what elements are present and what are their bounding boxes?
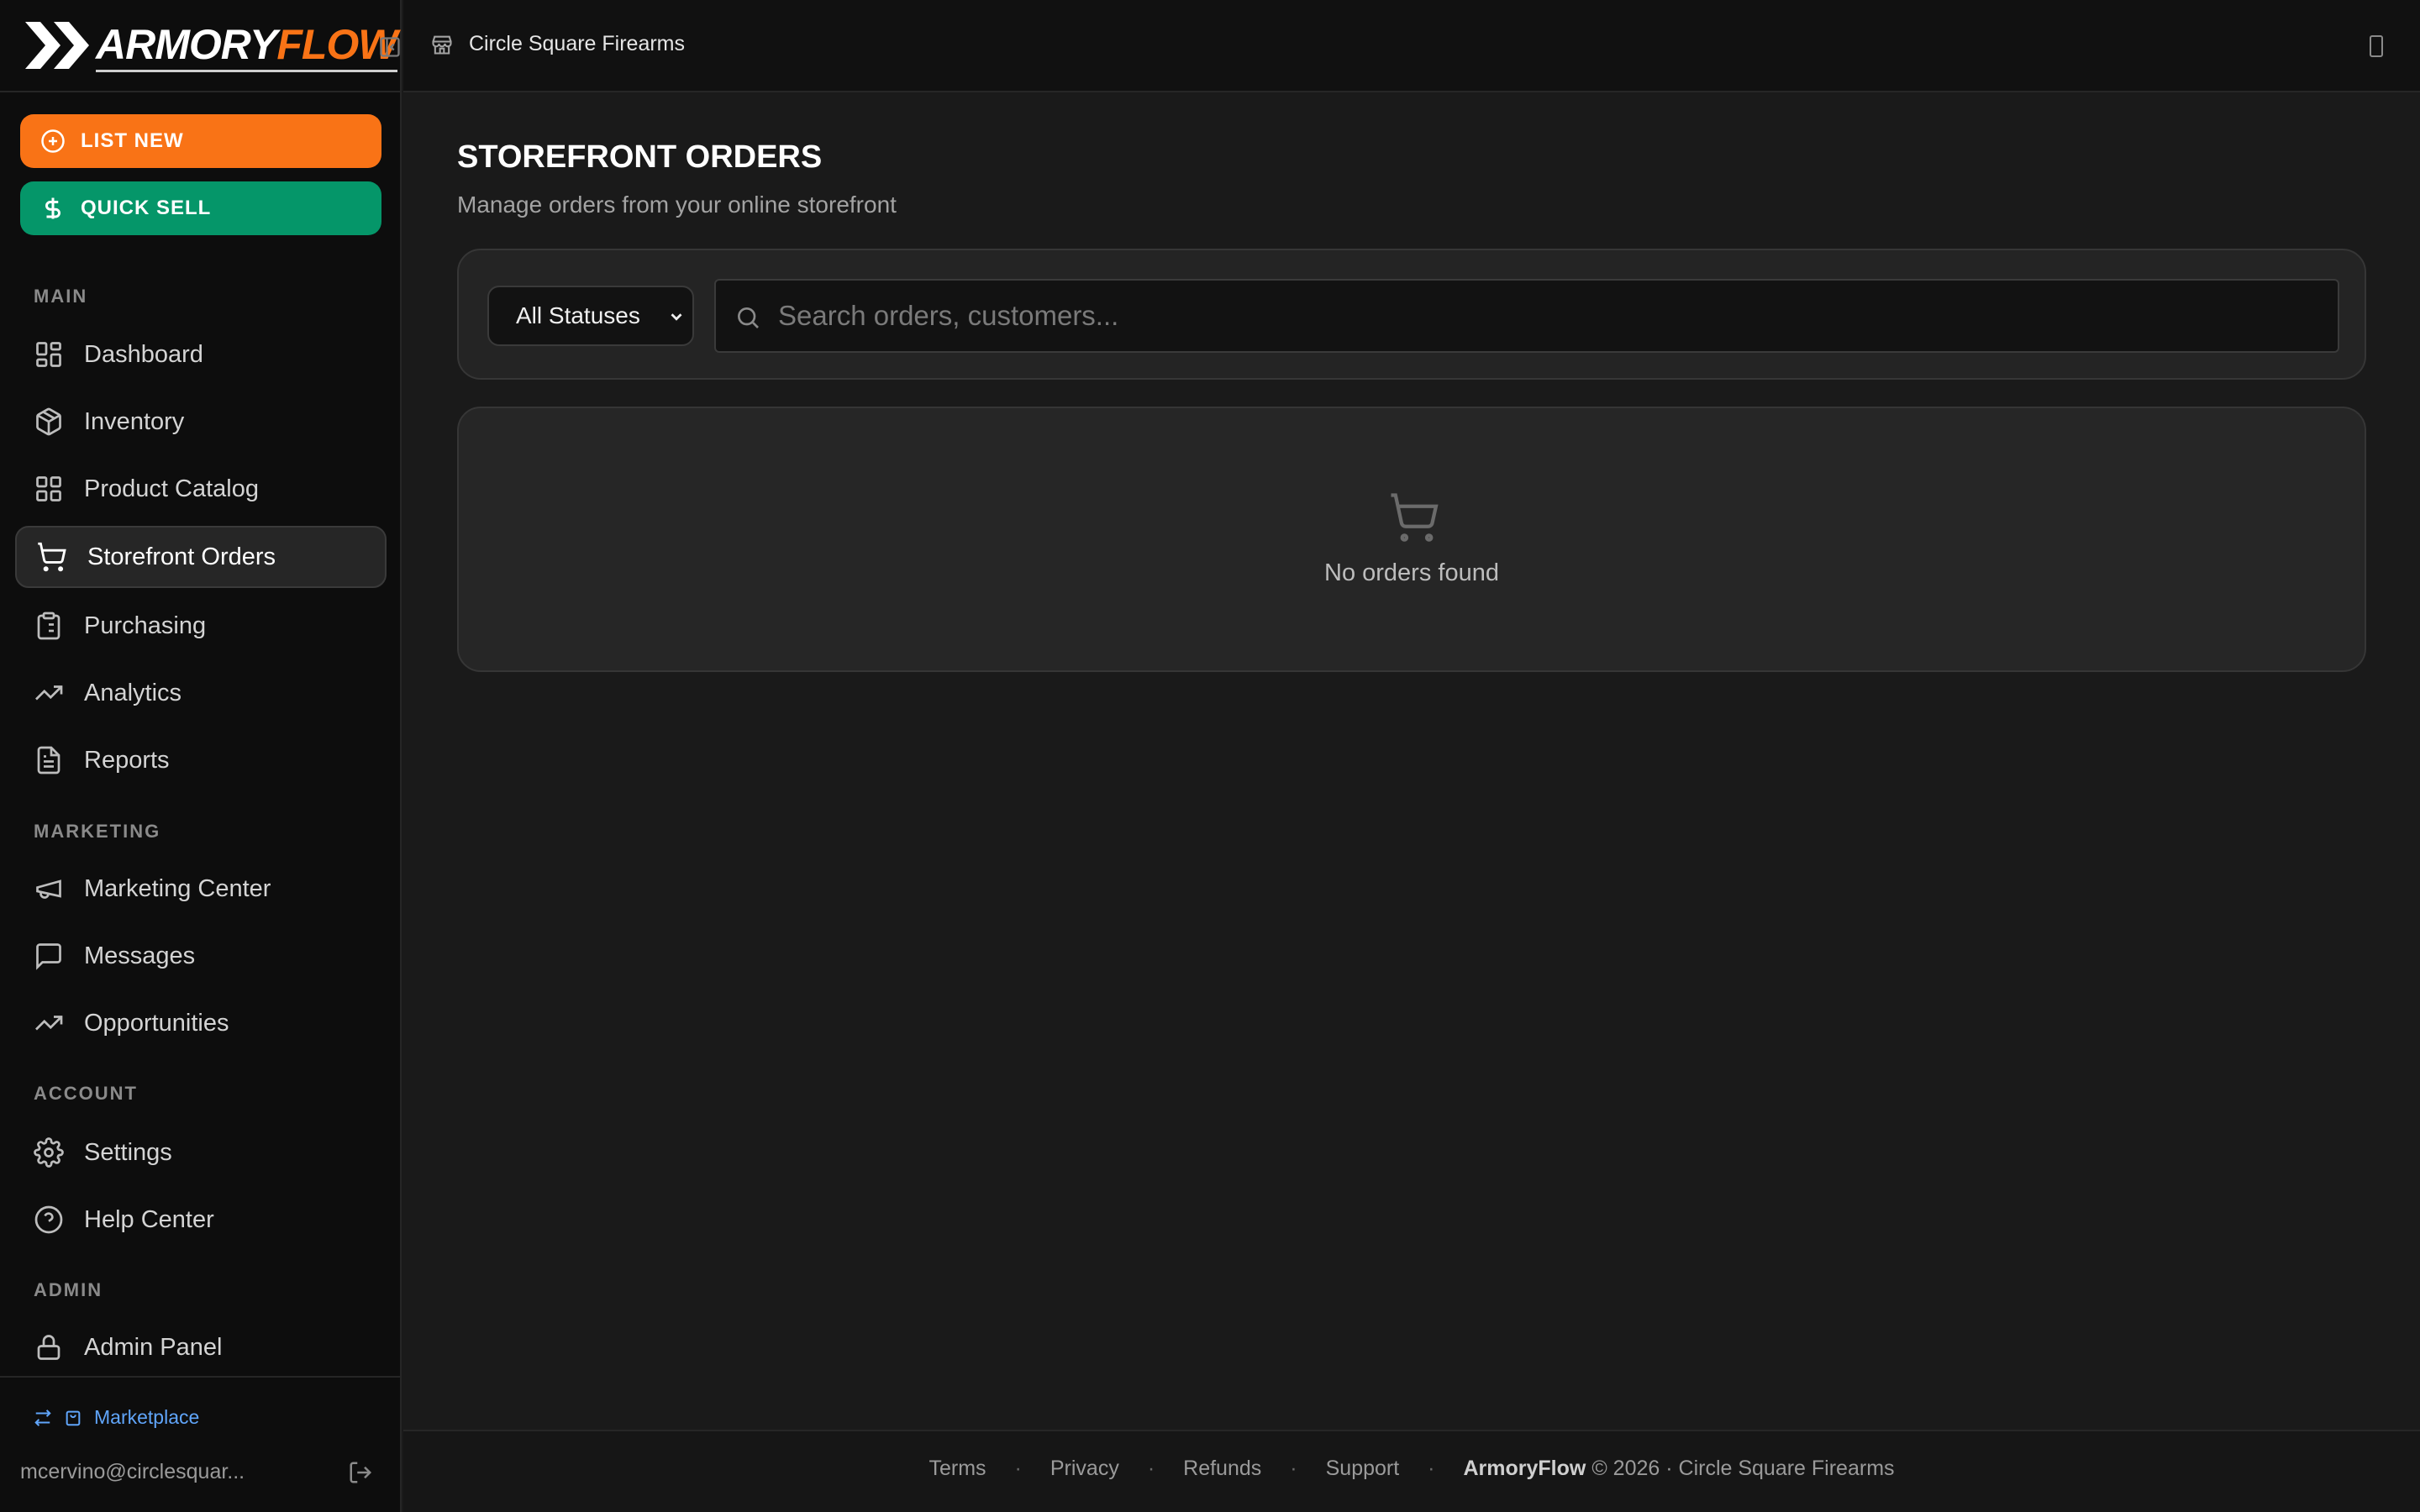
clipboard-list-icon — [37, 612, 60, 640]
log-out-icon — [350, 1462, 372, 1483]
sidebar-item-label: Analytics — [84, 679, 182, 706]
store-icon — [432, 35, 452, 55]
section-label-account: ACCOUNT — [34, 1083, 138, 1104]
list-new-label: LIST NEW — [81, 129, 184, 152]
status-filter-select[interactable]: All Statuses — [487, 286, 694, 346]
sidebar-item-label: Help Center — [84, 1205, 214, 1233]
package-icon — [36, 407, 61, 436]
help-circle-icon — [34, 1205, 63, 1234]
sidebar-item-label: Dashboard — [84, 340, 203, 368]
page-subtitle: Manage orders from your online storefron… — [457, 192, 897, 218]
section-label-marketing: MARKETING — [34, 821, 161, 842]
armoryflow-logo[interactable]: ARMORYFLOW — [25, 19, 398, 72]
marketplace-label: Marketplace — [94, 1406, 200, 1428]
sidebar-item-settings[interactable]: Settings — [15, 1121, 387, 1184]
sidebar-item-label: Settings — [84, 1138, 172, 1166]
user-email: mcervino@circlesquar... — [20, 1460, 245, 1483]
gear-icon — [34, 1137, 64, 1168]
collapse-sidebar-button[interactable] — [378, 35, 402, 59]
plus-circle-icon — [41, 129, 65, 153]
search-input[interactable] — [778, 281, 2324, 351]
sidebar-item-dashboard[interactable]: Dashboard — [15, 323, 387, 386]
footer-brand: ArmoryFlow — [1463, 1457, 1586, 1480]
store-switcher[interactable]: Circle Square Firearms — [430, 32, 685, 56]
sidebar-item-label: Messages — [84, 942, 196, 969]
sidebar-item-label: Purchasing — [84, 612, 207, 639]
logo-text: ARMORYFLOW — [96, 19, 398, 72]
sidebar-item-label: Admin Panel — [84, 1333, 223, 1361]
orders-empty-state: No orders found — [457, 407, 2366, 672]
sidebar: ARMORYFLOW LIST NEW QUICK SELL MAIN Dash… — [0, 0, 402, 1512]
quick-sell-button[interactable]: QUICK SELL — [20, 181, 381, 235]
logo-armory: ARMORY — [96, 20, 277, 68]
sidebar-collapse-icon — [380, 37, 400, 57]
sidebar-item-label: Opportunities — [84, 1009, 229, 1037]
dollar-icon — [45, 197, 60, 219]
sidebar-item-label: Inventory — [84, 407, 185, 435]
sidebar-item-messages[interactable]: Messages — [15, 925, 387, 987]
switch-arrows-icon — [34, 1409, 51, 1426]
logout-button[interactable] — [348, 1460, 373, 1489]
sidebar-footer: Marketplace mcervino@circlesquar... — [0, 1376, 402, 1512]
shopping-cart-icon — [1391, 493, 1439, 542]
sidebar-item-label: Product Catalog — [84, 475, 259, 502]
quick-sell-label: QUICK SELL — [81, 197, 212, 219]
search-field[interactable] — [714, 279, 2339, 353]
sidebar-item-inventory[interactable]: Inventory — [15, 391, 387, 453]
list-new-button[interactable]: LIST NEW — [20, 114, 381, 168]
footer-separator: · — [1014, 1457, 1022, 1480]
sidebar-item-opportunities[interactable]: Opportunities — [15, 992, 387, 1054]
message-square-icon — [36, 943, 61, 970]
sidebar-item-label: Storefront Orders — [87, 543, 276, 570]
trending-up-icon — [35, 1016, 63, 1031]
sidebar-item-label: Marketing Center — [84, 874, 271, 902]
sidebar-item-marketing-center[interactable]: Marketing Center — [15, 858, 387, 920]
footer-terms-link[interactable]: Terms — [929, 1457, 986, 1481]
chevron-down-icon — [671, 313, 682, 321]
status-filter-value: All Statuses — [516, 302, 640, 328]
sidebar-item-purchasing[interactable]: Purchasing — [15, 595, 387, 657]
store-name: Circle Square Firearms — [469, 32, 686, 55]
footer-refunds-link[interactable]: Refunds — [1183, 1457, 1261, 1481]
footer-copyright: © 2026 · Circle Square Firearms — [1591, 1457, 1895, 1480]
shopping-bag-icon — [66, 1410, 81, 1425]
megaphone-icon — [36, 879, 61, 899]
sidebar-item-help-center[interactable]: Help Center — [15, 1189, 387, 1251]
topbar: Circle Square Firearms — [403, 0, 2420, 92]
catalog-grid-icon — [36, 476, 61, 501]
section-label-main: MAIN — [34, 286, 88, 307]
sidebar-item-label: Reports — [84, 746, 170, 774]
page-title: STOREFRONT ORDERS — [457, 139, 823, 175]
footer-separator: · — [1290, 1457, 1297, 1480]
file-text-icon — [37, 746, 60, 774]
sidebar-item-admin-panel[interactable]: Admin Panel — [15, 1316, 387, 1378]
trending-up-icon — [35, 685, 63, 701]
footer-separator: · — [1428, 1457, 1435, 1480]
sidebar-item-analytics[interactable]: Analytics — [15, 662, 387, 724]
footer-support-link[interactable]: Support — [1326, 1457, 1400, 1481]
chevrons-logo-icon — [25, 22, 92, 69]
empty-state-text: No orders found — [1324, 559, 1499, 586]
logo-row: ARMORYFLOW — [0, 0, 402, 92]
smartphone-icon — [2370, 35, 2383, 57]
sidebar-item-reports[interactable]: Reports — [15, 729, 387, 791]
mobile-view-button[interactable] — [2366, 34, 2386, 63]
filter-bar: All Statuses — [457, 249, 2366, 380]
section-label-admin: ADMIN — [34, 1279, 103, 1300]
footer-privacy-link[interactable]: Privacy — [1050, 1457, 1119, 1481]
footer: Terms · Privacy · Refunds · Support · ArmoryFlow… — [403, 1430, 2420, 1512]
search-icon — [738, 307, 759, 328]
footer-separator: · — [1147, 1457, 1155, 1480]
lock-icon — [37, 1335, 60, 1360]
sidebar-item-storefront-orders[interactable]: Storefront Orders — [15, 526, 387, 588]
sidebar-item-product-catalog[interactable]: Product Catalog — [15, 458, 387, 520]
dashboard-grid-icon — [36, 342, 61, 367]
shopping-cart-icon — [38, 542, 66, 572]
marketplace-link[interactable]: Marketplace — [34, 1406, 199, 1429]
